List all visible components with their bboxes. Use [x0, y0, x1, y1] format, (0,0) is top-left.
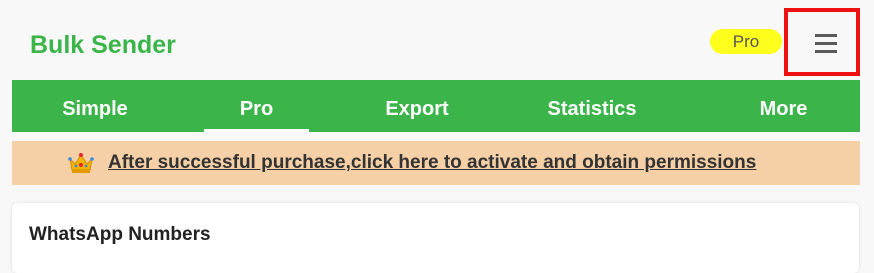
tab-simple[interactable]: Simple [32, 80, 158, 132]
tab-export[interactable]: Export [354, 80, 480, 132]
activation-link[interactable]: After successful purchase,click here to … [68, 150, 756, 176]
card-title: WhatsApp Numbers [29, 224, 211, 245]
tab-more[interactable]: More [732, 80, 835, 132]
whatsapp-numbers-card: WhatsApp Numbers [12, 203, 859, 273]
crown-icon [68, 153, 94, 173]
pro-badge: Pro [710, 29, 782, 54]
menu-button[interactable] [784, 8, 860, 76]
tab-pro[interactable]: Pro [204, 80, 309, 132]
activation-banner: After successful purchase,click here to … [12, 141, 860, 185]
app-title: Bulk Sender [30, 31, 176, 59]
activation-link-text[interactable]: After successful purchase,click here to … [108, 150, 756, 176]
tab-bar: Simple Pro Export Statistics More [12, 80, 860, 132]
app-header: Bulk Sender Pro [0, 0, 874, 78]
tab-statistics[interactable]: Statistics [522, 80, 662, 132]
